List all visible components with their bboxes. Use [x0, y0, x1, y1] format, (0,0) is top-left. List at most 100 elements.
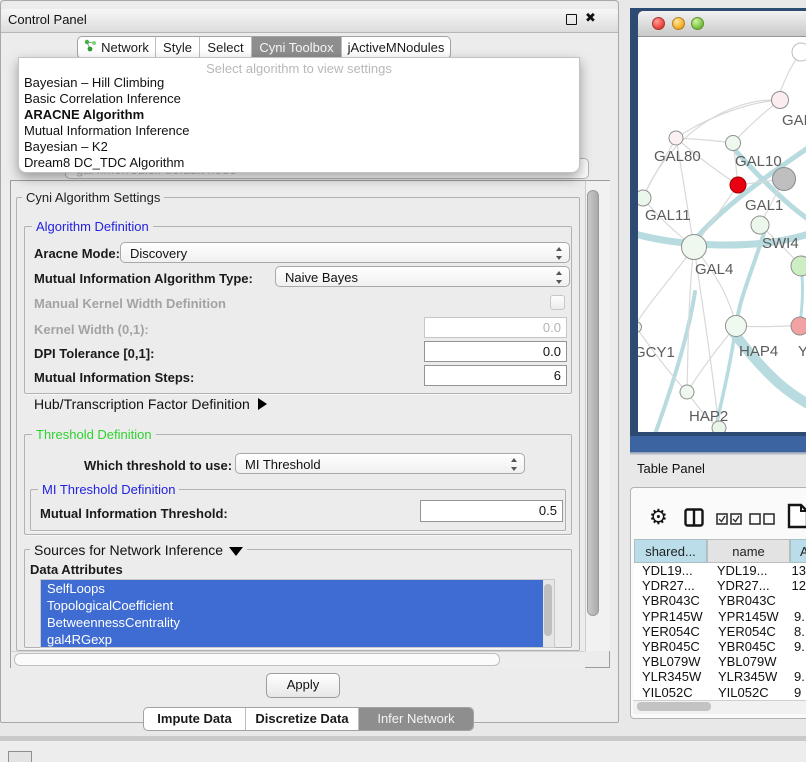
- dpi-tolerance-field[interactable]: 0.0: [424, 341, 567, 362]
- aracne-mode-value: Discovery: [130, 246, 187, 261]
- apply-button[interactable]: Apply: [266, 673, 340, 698]
- settings-hscrollbar-thumb[interactable]: [14, 653, 500, 666]
- table-row[interactable]: YBR043CYBR043C: [634, 593, 806, 608]
- node-gal10[interactable]: [726, 136, 741, 151]
- mi-steps-field[interactable]: 6: [424, 365, 567, 386]
- list-scrollbar-thumb[interactable]: [544, 584, 552, 636]
- cell: YDL19...: [706, 563, 789, 578]
- node[interactable]: [791, 256, 806, 276]
- table-row[interactable]: YBL079WYBL079W: [634, 654, 806, 669]
- hub-section[interactable]: Hub/Transcription Factor Definition: [34, 396, 267, 412]
- table-row[interactable]: YDR27...YDR27...12: [634, 578, 806, 593]
- dropdown-placeholder: Select algorithm to view settings: [19, 61, 579, 76]
- close-traffic-light-icon[interactable]: [652, 17, 665, 30]
- list-item[interactable]: gal4RGexp: [41, 631, 554, 648]
- sources-title-text: Sources for Network Inference: [34, 542, 223, 558]
- document-icon[interactable]: [787, 503, 806, 534]
- network-window: GAL GAL80 GAL10 GAL1 GAL11 SWI4 GAL4 GCY…: [630, 8, 806, 436]
- cell: YLR345W: [707, 669, 791, 684]
- tab-infer-network[interactable]: Infer Network: [359, 708, 473, 730]
- table-row[interactable]: YBR045CYBR045C9.: [634, 639, 806, 654]
- node-label: GCY1: [638, 344, 675, 361]
- dropdown-item[interactable]: Basic Correlation Inference: [24, 91, 569, 107]
- node-gal80[interactable]: [669, 131, 683, 145]
- node-gal4[interactable]: [682, 235, 707, 260]
- columns-icon[interactable]: [684, 508, 704, 532]
- close-icon[interactable]: ✖: [585, 10, 596, 26]
- list-item[interactable]: SelfLoops: [41, 580, 554, 597]
- column-header-partial[interactable]: A: [790, 539, 806, 563]
- node-label: GAL4: [695, 261, 733, 278]
- zoom-traffic-light-icon[interactable]: [691, 17, 704, 30]
- node-gal11[interactable]: [638, 190, 651, 206]
- list-item[interactable]: TopologicalCoefficient: [41, 597, 554, 614]
- cell: 9.: [791, 609, 805, 624]
- node[interactable]: [791, 317, 806, 335]
- node-swi4[interactable]: [751, 216, 769, 234]
- node-hap2[interactable]: [680, 385, 694, 399]
- table-row[interactable]: YPR145WYPR145W9.: [634, 609, 806, 624]
- tab-select-label: Select: [207, 37, 243, 58]
- cell: YER054C: [634, 624, 707, 639]
- dropdown-item[interactable]: Dream8 DC_TDC Algorithm: [24, 155, 569, 171]
- tab-jactivemnodules[interactable]: jActiveMNodules: [342, 37, 450, 58]
- screen: Control Panel ✖ Network Style Select Cyn…: [0, 0, 806, 762]
- tab-discretize-data[interactable]: Discretize Data: [246, 708, 359, 730]
- node[interactable]: [772, 92, 789, 109]
- table-row[interactable]: YLR345WYLR345W9.: [634, 669, 806, 684]
- node[interactable]: [792, 43, 806, 61]
- show-columns-icon[interactable]: [716, 512, 743, 530]
- node-label: Y: [798, 343, 806, 360]
- dropdown-item-selected[interactable]: ARACNE Algorithm: [24, 107, 569, 123]
- dropdown-item[interactable]: Mutual Information Inference: [24, 123, 569, 139]
- node[interactable]: [773, 168, 796, 191]
- tab-select[interactable]: Select: [200, 37, 252, 58]
- cell: YIL052C: [634, 685, 707, 700]
- which-threshold-combobox[interactable]: MI Threshold: [235, 453, 525, 474]
- list-item[interactable]: BetweennessCentrality: [41, 614, 554, 631]
- network-canvas[interactable]: GAL GAL80 GAL10 GAL1 GAL11 SWI4 GAL4 GCY…: [638, 37, 806, 432]
- hide-columns-icon[interactable]: [749, 512, 776, 530]
- node-gal1[interactable]: [730, 177, 746, 193]
- tab-network[interactable]: Network: [78, 37, 156, 58]
- float-window-icon[interactable]: [566, 14, 577, 25]
- column-header-name[interactable]: name: [707, 539, 790, 563]
- cell: YBR043C: [634, 593, 707, 608]
- hub-expand-icon[interactable]: [258, 398, 267, 410]
- combo-stepper-icon: [556, 271, 563, 284]
- mi-threshold-field[interactable]: 0.5: [420, 500, 563, 522]
- node-hap4[interactable]: [726, 316, 747, 337]
- sources-collapse-icon[interactable]: [229, 547, 243, 556]
- control-panel-titlebar: [1, 9, 618, 33]
- manual-kernel-checkbox[interactable]: [550, 295, 565, 310]
- combo-stepper-icon: [511, 458, 518, 471]
- network-tab-icon: [84, 37, 97, 58]
- algorithm-dropdown-popup: Select algorithm to view settings Bayesi…: [18, 57, 580, 173]
- table-row[interactable]: YIL052CYIL052C9: [634, 685, 806, 700]
- network-window-border: [630, 436, 806, 452]
- minimize-traffic-light-icon[interactable]: [672, 17, 685, 30]
- node-gcy1[interactable]: [638, 322, 642, 333]
- table-hscrollbar-thumb[interactable]: [637, 702, 711, 711]
- gear-icon[interactable]: ⚙: [649, 505, 668, 530]
- kernel-width-field[interactable]: 0.0: [424, 317, 567, 338]
- cell: YBR045C: [707, 639, 791, 654]
- aracne-mode-combobox[interactable]: Discovery: [120, 242, 570, 263]
- node-label: GAL1: [745, 197, 783, 214]
- node-label: HAP2: [689, 408, 728, 425]
- mi-type-combobox[interactable]: Naive Bayes: [275, 266, 570, 287]
- dropdown-item[interactable]: Bayesian – K2: [24, 139, 569, 155]
- collapse-button[interactable]: [8, 751, 32, 762]
- table-row[interactable]: YDL19...YDL19...13: [634, 563, 806, 578]
- table-row[interactable]: YER054CYER054C8.: [634, 624, 806, 639]
- mi-threshold-group-title: MI Threshold Definition: [38, 482, 179, 497]
- dropdown-item[interactable]: Bayesian – Hill Climbing: [24, 75, 569, 91]
- tab-impute-data[interactable]: Impute Data: [144, 708, 246, 730]
- tab-cyni-toolbox[interactable]: Cyni Toolbox: [252, 37, 342, 58]
- cell: YPR145W: [707, 609, 791, 624]
- cell: [791, 654, 794, 669]
- mi-type-label: Mutual Information Algorithm Type:: [34, 271, 253, 286]
- column-header-shared-name[interactable]: shared...: [634, 539, 707, 563]
- settings-vscrollbar-thumb[interactable]: [587, 190, 599, 616]
- tab-style[interactable]: Style: [156, 37, 200, 58]
